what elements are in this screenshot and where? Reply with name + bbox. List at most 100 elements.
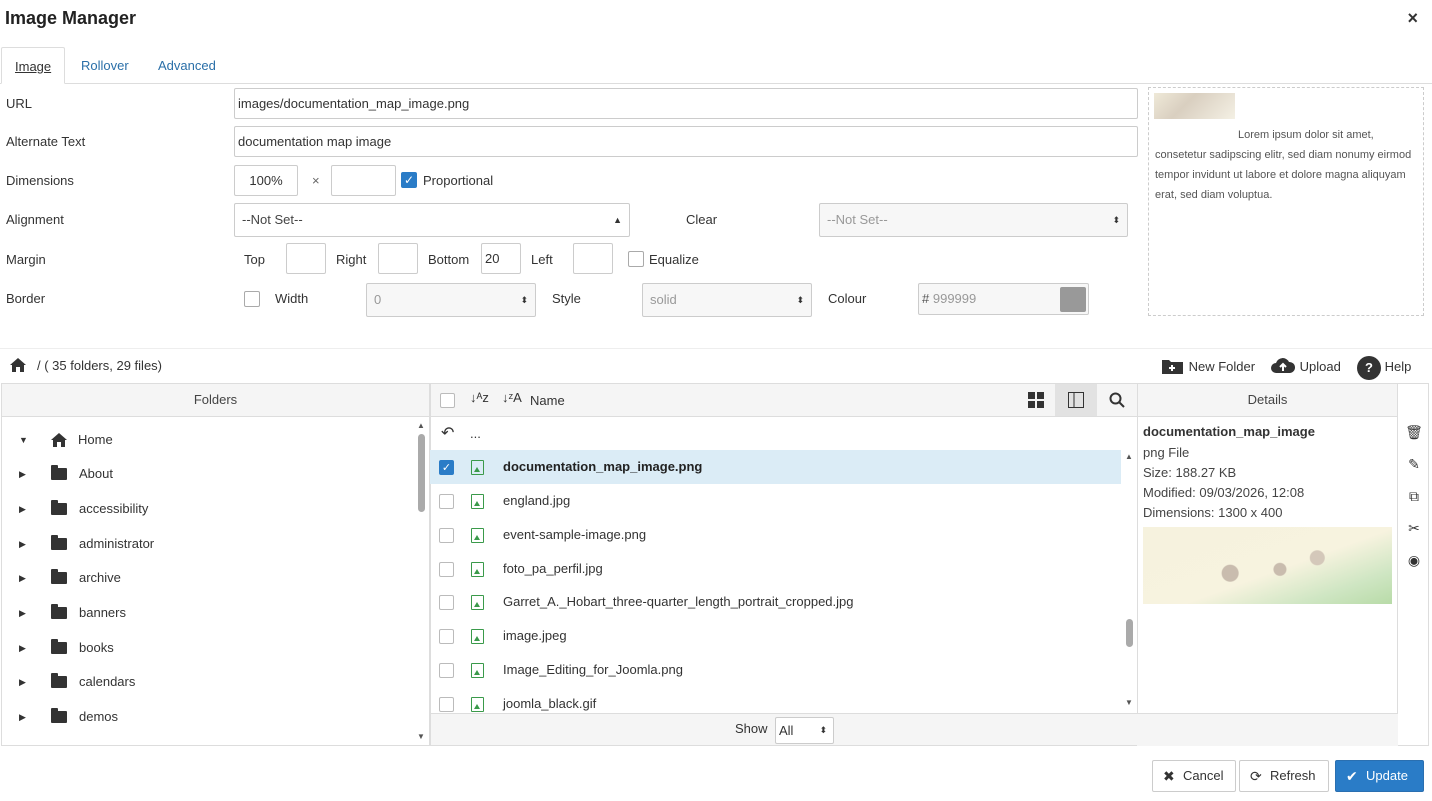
folder-item-about[interactable]: ▶ About (1, 457, 411, 491)
clear-select[interactable]: --Not Set-- ⬍ (819, 203, 1128, 237)
caret-right-icon[interactable]: ▶ (19, 665, 26, 699)
show-select[interactable]: All ⬍ (775, 717, 834, 744)
scroll-down-arrow[interactable]: ▼ (417, 732, 425, 741)
margin-left-field[interactable] (573, 243, 613, 274)
alt-text-label: Alternate Text (6, 134, 86, 149)
cancel-button[interactable]: ✖ Cancel (1152, 760, 1237, 792)
file-row[interactable]: joomla_black.gif (430, 687, 1121, 713)
folder-icon (51, 569, 67, 584)
tab-image[interactable]: Image (1, 47, 66, 84)
edit-icon[interactable]: ✎ (1405, 456, 1423, 474)
files-scrollbar[interactable] (1126, 619, 1133, 647)
file-row[interactable]: ✓ documentation_map_image.png (430, 450, 1121, 484)
folder-item-demos[interactable]: ▶ demos (1, 700, 411, 734)
folder-item-home[interactable]: ▼ Home (1, 423, 411, 457)
caret-right-icon[interactable]: ▶ (19, 561, 26, 595)
border-style-select[interactable]: solid ⬍ (642, 283, 812, 317)
file-checkbox[interactable] (439, 494, 454, 509)
file-checkbox[interactable] (439, 562, 454, 577)
border-width-label: Width (275, 291, 309, 306)
folder-icon (51, 465, 67, 480)
caret-right-icon[interactable]: ▶ (19, 457, 26, 491)
file-row[interactable]: foto_pa_perfil.jpg (430, 552, 1121, 586)
show-select-value: All (779, 723, 794, 738)
caret-right-icon[interactable]: ▶ (19, 596, 26, 630)
details-header: Details (1138, 384, 1397, 417)
copy-icon[interactable]: ⧉ (1405, 488, 1423, 506)
close-icon[interactable]: × (1407, 8, 1418, 29)
refresh-button[interactable]: ⟳ Refresh (1239, 760, 1329, 792)
caret-down-icon[interactable]: ▼ (19, 423, 28, 457)
file-row[interactable]: Garret_A._Hobart_three-quarter_length_po… (430, 585, 1121, 619)
folder-item-accessibility[interactable]: ▶ accessibility (1, 492, 411, 526)
select-all-checkbox[interactable] (440, 393, 455, 408)
parent-folder[interactable]: ... (470, 426, 481, 441)
back-arrow-icon[interactable]: ↶ (441, 423, 454, 443)
sort-asc-icon[interactable]: ↓ᴬz (470, 390, 489, 405)
update-button[interactable]: ✔ Update (1335, 760, 1424, 792)
list-view-button[interactable] (1055, 384, 1097, 416)
caret-right-icon[interactable]: ▶ (19, 527, 26, 561)
upload-button[interactable]: Upload (1270, 355, 1341, 379)
file-row[interactable]: image.jpeg (430, 619, 1121, 653)
files-toolbar: ↓ᴬz ↓ᶻA Name (431, 384, 1137, 417)
margin-bottom-field[interactable]: 20 (481, 243, 521, 274)
file-checkbox[interactable]: ✓ (439, 460, 454, 475)
name-column-header[interactable]: Name (530, 393, 565, 408)
folder-item-administrator[interactable]: ▶ administrator (1, 527, 411, 561)
file-row[interactable]: event-sample-image.png (430, 518, 1121, 552)
folder-item-banners[interactable]: ▶ banners (1, 596, 411, 630)
scroll-up-arrow[interactable]: ▲ (1125, 452, 1133, 461)
file-row[interactable]: england.jpg (430, 484, 1121, 518)
file-checkbox[interactable] (439, 697, 454, 712)
tab-advanced[interactable]: Advanced (145, 47, 229, 84)
folder-item-archive[interactable]: ▶ archive (1, 561, 411, 595)
proportional-checkbox[interactable]: ✓ (401, 172, 417, 188)
caret-right-icon[interactable]: ▶ (19, 700, 26, 734)
folders-scrollbar[interactable] (418, 434, 425, 512)
home-icon (51, 433, 67, 447)
scroll-up-arrow[interactable]: ▲ (417, 421, 425, 430)
alt-text-field[interactable]: documentation map image (234, 126, 1138, 157)
details-file-size: Size: 188.27 KB (1143, 465, 1237, 480)
help-button[interactable]: ? Help (1357, 355, 1412, 380)
caret-right-icon[interactable]: ▶ (19, 631, 26, 665)
view-icon[interactable]: ◉ (1405, 552, 1423, 570)
height-field[interactable] (331, 165, 396, 196)
width-field[interactable]: 100% (234, 165, 298, 196)
file-checkbox[interactable] (439, 663, 454, 678)
help-label: Help (1384, 359, 1412, 374)
url-field[interactable]: images/documentation_map_image.png (234, 88, 1138, 119)
border-checkbox[interactable] (244, 291, 260, 307)
sort-desc-icon[interactable]: ↓ᶻA (502, 390, 522, 405)
folder-item-calendars[interactable]: ▶ calendars (1, 665, 411, 699)
border-width-select[interactable]: 0 ⬍ (366, 283, 536, 317)
scroll-down-arrow[interactable]: ▼ (1125, 698, 1133, 707)
preview-lorem-text: Lorem ipsum dolor sit amet, consetetur s… (1155, 129, 1412, 201)
new-folder-button[interactable]: New Folder (1161, 355, 1255, 379)
select-arrow-icon: ⬍ (819, 725, 827, 735)
alignment-select-value: --Not Set-- (242, 212, 303, 227)
margin-left-label: Left (531, 252, 553, 267)
search-icon[interactable] (1109, 392, 1125, 408)
grid-view-icon[interactable] (1028, 392, 1044, 408)
file-checkbox[interactable] (439, 528, 454, 543)
file-row[interactable]: Image_Editing_for_Joomla.png (430, 653, 1121, 687)
margin-top-field[interactable] (286, 243, 326, 274)
file-checkbox[interactable] (439, 629, 454, 644)
cut-icon[interactable]: ✂ (1405, 520, 1423, 538)
details-dimensions: Dimensions: 1300 x 400 (1143, 505, 1283, 520)
file-checkbox[interactable] (439, 595, 454, 610)
equalize-checkbox[interactable] (628, 251, 644, 267)
caret-right-icon[interactable]: ▶ (19, 492, 26, 526)
folder-item-books[interactable]: ▶ books (1, 631, 411, 665)
details-file-type: png File (1143, 445, 1190, 460)
folder-tree: ▼ Home ▶ About ▶ accessibility ▶ administra… (1, 423, 430, 743)
home-icon[interactable] (9, 357, 27, 373)
colour-swatch[interactable] (1060, 287, 1086, 312)
file-name: joomla_black.gif (503, 696, 597, 711)
margin-right-field[interactable] (378, 243, 418, 274)
tab-rollover[interactable]: Rollover (68, 47, 142, 84)
alignment-select[interactable]: --Not Set-- ▲ (234, 203, 630, 237)
delete-icon[interactable]: 🗑 (1405, 424, 1423, 442)
